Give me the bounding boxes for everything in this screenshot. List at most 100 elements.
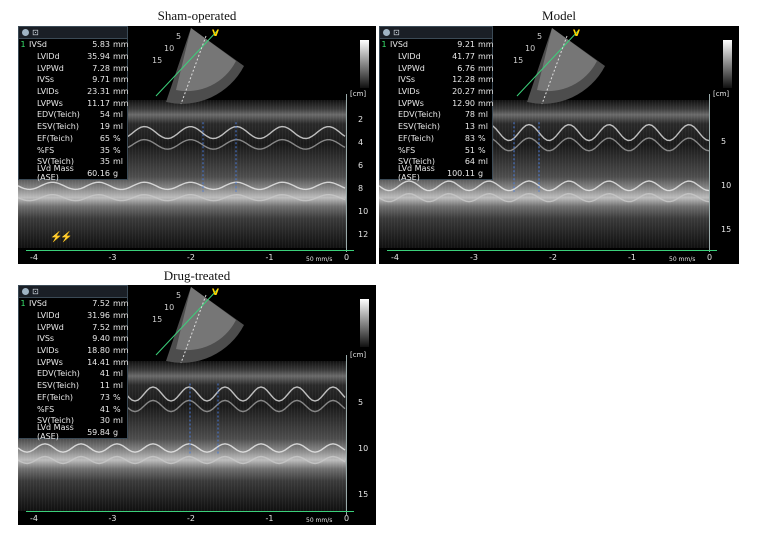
depth-tick-label: 8 xyxy=(358,184,364,193)
measurement-value: 14.41 xyxy=(87,357,110,367)
depth-axis xyxy=(709,94,710,252)
grayscale-bar xyxy=(723,40,732,88)
measurement-row: %FS 51% xyxy=(380,144,492,156)
v-marker: V xyxy=(573,29,580,39)
measurement-unit: % xyxy=(113,133,121,143)
measurement-unit: mm xyxy=(113,40,129,50)
measurement-unit: mm xyxy=(113,334,129,344)
measurement-row: IVSs 9.40 mm xyxy=(19,333,129,345)
measurement-label: IVSd xyxy=(29,40,47,50)
depth-axis xyxy=(346,355,347,515)
caliper-icon: ⊡ xyxy=(393,28,400,37)
measurement-index: 1 xyxy=(381,40,387,50)
measurement-row: LVIDs 20.27 mm xyxy=(380,86,494,98)
measurement-value: 11 xyxy=(99,381,110,391)
measurement-row: EDV(Teich) 78 ml xyxy=(380,109,492,121)
sector-depth-label: 5 xyxy=(176,291,182,300)
measurement-value: 41.77 xyxy=(452,52,475,62)
depth-unit-label: [cm] xyxy=(350,90,367,98)
measurement-label: LVPWd xyxy=(37,322,64,332)
measurement-value: 35 xyxy=(99,157,110,167)
measurement-value: 35 xyxy=(99,145,110,155)
measurement-label: IVSs xyxy=(398,75,416,85)
measurement-label: IVSd xyxy=(390,40,408,50)
measurement-unit: mm xyxy=(113,357,129,367)
measurement-unit: % xyxy=(478,133,486,143)
measurement-label: LVd Mass (ASE) xyxy=(37,423,74,442)
depth-axis xyxy=(346,94,347,252)
v-marker: V xyxy=(212,29,219,39)
measurement-label: LVIDd xyxy=(37,311,60,321)
measurement-unit: mm xyxy=(478,63,494,73)
measurement-value: 30 xyxy=(99,416,110,426)
measurement-unit: ml xyxy=(478,122,489,132)
measurement-label: EF(Teich) xyxy=(37,133,74,143)
measurement-row: LVPWd 7.52 mm xyxy=(19,321,129,333)
depth-unit-label: [cm] xyxy=(713,90,730,98)
measurement-unit: % xyxy=(113,404,121,414)
ecg-trigger-icon: ⚡ xyxy=(60,232,73,243)
measurement-unit: ml xyxy=(113,110,124,120)
measurement-table: ⊡ 1 IVSd 7.52 mm LVIDd 31.96 mm LVPWd 7.52 mm IVSs 9… xyxy=(18,285,129,442)
measurement-unit: ml xyxy=(478,157,489,167)
measurement-label: IVSd xyxy=(29,299,47,309)
measurement-row: LVPWs 11.17 mm xyxy=(19,97,129,109)
measurement-unit: mm xyxy=(113,322,129,332)
record-icon xyxy=(22,29,29,36)
measurement-unit: mm xyxy=(478,40,494,50)
measurement-value: 31.96 xyxy=(87,311,110,321)
measurement-row: IVSs 9.71 mm xyxy=(19,74,129,86)
measurement-value: 60.16 xyxy=(87,168,110,178)
record-icon xyxy=(383,29,390,36)
measurement-table: ⊡ 1 IVSd 9.21 mm LVIDd 41.77 mm LVPWd 6.76 mm IVSs 1… xyxy=(379,26,494,182)
time-tick-label: -3 xyxy=(470,253,478,262)
panel-title: Sham-operated xyxy=(157,8,237,23)
measurement-unit: % xyxy=(113,392,121,402)
measurement-row: LVPWd 7.28 mm xyxy=(19,62,129,74)
measurement-row: LVIDd 35.94 mm xyxy=(19,51,129,63)
grayscale-bar xyxy=(360,40,369,88)
time-tick-label: -2 xyxy=(187,253,195,262)
depth-tick-label: 2 xyxy=(358,115,364,124)
measurement-value: 6.76 xyxy=(457,63,475,73)
time-tick-label: -2 xyxy=(187,514,195,523)
measurement-label: LVPWd xyxy=(398,63,425,73)
b-mode-sector-image xyxy=(155,28,244,105)
measurement-unit: mm xyxy=(478,98,494,108)
measurement-unit: ml xyxy=(113,416,124,426)
measurement-label: LVd Mass (ASE) xyxy=(37,164,74,183)
caliper-icon: ⊡ xyxy=(32,28,39,37)
measurement-value: 59.84 xyxy=(87,427,110,437)
sector-depth-label: 10 xyxy=(525,44,536,53)
measurement-row: EDV(Teich) 41 ml xyxy=(19,368,127,380)
measurement-index: 1 xyxy=(20,299,26,309)
time-tick-label: 0 xyxy=(344,253,350,262)
measurement-row: LVIDs 18.80 mm xyxy=(19,345,129,357)
measurement-value: 64 xyxy=(464,157,475,167)
measurement-unit: mm xyxy=(113,63,129,73)
measurement-row: LVPWs 14.41 mm xyxy=(19,356,129,368)
measurement-value: 5.83 xyxy=(92,40,110,50)
time-tick-label: -3 xyxy=(108,514,117,523)
measurement-value: 20.27 xyxy=(452,87,475,97)
measurement-row: 1 IVSd 7.52 mm xyxy=(19,298,128,310)
depth-tick-label: 10 xyxy=(358,207,369,216)
measurement-row: IVSs 12.28 mm xyxy=(380,74,494,86)
sweep-speed-label: 50 mm/s xyxy=(306,256,333,263)
measurement-row: LVd Mass (ASE) 60.16 g xyxy=(19,164,127,182)
measurement-unit: mm xyxy=(113,346,129,356)
time-tick-label: -4 xyxy=(30,253,38,262)
depth-unit-label: [cm] xyxy=(350,351,367,359)
grayscale-bar xyxy=(360,299,369,347)
measurement-label: EDV(Teich) xyxy=(398,110,441,120)
measurement-row: EF(Teich) 73% xyxy=(19,392,127,404)
measurement-label: %FS xyxy=(37,404,55,414)
measurement-value: 11.17 xyxy=(87,98,110,108)
measurement-row: LVIDd 41.77 mm xyxy=(380,51,494,63)
measurement-label: LVPWs xyxy=(37,357,63,367)
sector-depth-label: 5 xyxy=(176,32,182,41)
measurement-value: 51 xyxy=(464,145,475,155)
depth-tick-label: 15 xyxy=(358,490,369,499)
measurement-label: ESV(Teich) xyxy=(398,122,440,132)
measurement-label: LVIDd xyxy=(398,52,421,62)
